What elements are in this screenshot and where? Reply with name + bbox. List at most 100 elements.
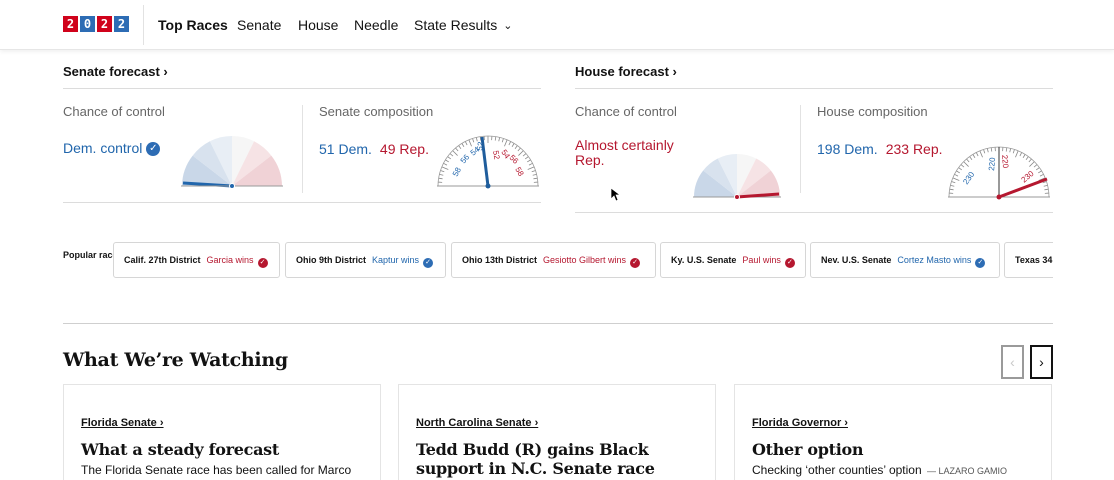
house-control-value: Almost certainly Rep. [575,137,674,168]
logo-digit: 0 [80,16,95,32]
dem-check-icon: ✓ [975,258,986,268]
gauge-tick [518,150,524,156]
watching-title: What We’re Watching [63,349,288,371]
watching-card[interactable]: Florida Senate › What a steady forecast … [63,384,381,480]
rep-check-icon: ✓ [784,258,795,268]
senate-control-text: Dem. control [63,140,143,156]
gauge-tick [527,159,531,163]
top-navigation: 2 0 2 2 Top Races Senate House Needle St… [0,0,1114,50]
race-name: Ky. U.S. Senate [671,255,737,265]
nav-senate[interactable]: Senate [237,17,281,33]
gauge-tick [1044,188,1049,191]
race-chip-ohio-9[interactable]: Ohio 9th District Kaptur wins ✓ [285,242,446,278]
nav-needle[interactable]: Needle [354,17,398,33]
house-rep-count: 233 Rep. [885,141,943,157]
race-chip-calif-27[interactable]: Calif. 27th District Garcia wins ✓ [113,242,280,278]
rep-check-icon: ✓ [257,258,268,268]
card-kicker-link[interactable]: Florida Governor › [752,417,848,429]
gauge-tick [960,164,965,168]
race-name: Nev. U.S. Senate [821,255,892,265]
nav-top-races[interactable]: Top Races [158,17,228,33]
gauge-tick [501,138,504,143]
gauge-tick [972,154,976,158]
gauge-pivot [485,183,491,189]
gauge-tick [528,162,533,166]
house-composition-label: House composition [817,104,928,119]
election-2022-logo[interactable]: 2 0 2 2 [63,16,129,32]
popular-races-strip: Calif. 27th District Garcia wins ✓ Ohio 9t… [113,242,1053,279]
gauge-tick [439,173,444,176]
gauge-tick [514,145,518,150]
gauge-tick [464,141,468,146]
race-chip-ky-senate[interactable]: Ky. U.S. Senate Paul wins ✓ [660,242,806,278]
logo-digit: 2 [63,16,78,32]
senate-divider [302,105,303,193]
nav-house[interactable]: House [298,17,338,33]
card-kicker-link[interactable]: Florida Senate › [81,417,164,429]
gauge-tick [950,184,955,187]
card-kicker-link[interactable]: North Carolina Senate › [416,417,538,429]
gauge-tick [517,147,521,152]
gauge-tick [445,159,449,163]
house-forecast-link[interactable]: House forecast › [575,64,677,79]
gauge-tick [954,173,959,177]
gauge-tick [1028,158,1032,163]
gauge-tick [455,147,459,152]
gauge-pivot [734,194,740,200]
race-result: Garcia wins [206,255,254,265]
house-composition-gauge: 230 220 220 230 [948,146,1050,200]
gauge-tick-label: 220 [1000,154,1010,169]
gauge-tick-label: 220 [987,157,997,172]
gauge-tick [990,147,993,152]
carousel-prev-button[interactable]: ‹ [1001,345,1024,379]
gauge-tick [438,177,443,180]
gauge-tick [1033,164,1038,168]
logo-digit: 2 [97,16,112,32]
gauge-tick [963,161,969,167]
gauge-tick [969,156,973,161]
race-chip-texas-34[interactable]: Texas 34 [1004,242,1053,278]
senate-composition-label: Senate composition [319,104,434,119]
gauge-tick [461,143,465,147]
house-bottom-rule [575,212,1053,213]
gauge-tick [1022,154,1026,158]
gauge-tick [498,137,501,142]
gauge-tick [983,149,986,154]
gauge-tick [1039,173,1044,177]
card-headline[interactable]: What a steady forecast [81,440,361,459]
checkmark-icon: ✓ [146,142,161,156]
race-name: Ohio 13th District [462,255,538,265]
gauge-tick [979,150,983,158]
gauge-tick [522,153,527,157]
gauge-tick [956,170,960,174]
rep-check-icon: ✓ [630,258,641,268]
gauge-tick [532,173,537,176]
gauge-tick [458,145,462,150]
house-divider [800,105,801,193]
gauge-tick [452,150,458,156]
race-chip-nev-senate[interactable]: Nev. U.S. Senate Cortez Masto wins ✓ [810,242,1000,278]
nav-state-results[interactable]: State Results ⌄ [414,17,512,33]
card-summary: Checking ‘other counties’ option — LAZAR… [752,463,1047,477]
senate-forecast-link[interactable]: Senate forecast › [63,64,168,79]
gauge-tick [1015,150,1019,158]
gauge-tick [531,170,536,173]
gauge-tick [1038,170,1042,174]
race-chip-ohio-13[interactable]: Ohio 13th District Gesiotto Gilbert wins ✓ [451,242,656,278]
watching-card[interactable]: Florida Governor › Other option Checking… [734,384,1052,480]
race-result: Cortez Masto wins [897,255,972,265]
race-name: Texas 34 [1015,255,1053,265]
gauge-tick [468,139,472,147]
card-headline[interactable]: Other option [752,440,1032,459]
gauge-tick [511,143,515,147]
card-headline[interactable]: Tedd Budd (R) gains Black support in N.C… [416,440,696,478]
gauge-tick [1043,184,1048,187]
house-control-gauge [693,153,781,200]
carousel-next-button[interactable]: › [1030,345,1053,379]
gauge-pivot [996,194,1002,200]
gauge-tick [441,166,449,170]
mouse-cursor-icon [611,188,620,202]
watching-card[interactable]: North Carolina Senate › Tedd Budd (R) ga… [398,384,716,480]
gauge-tick [951,181,956,184]
senate-composition-counts: 51 Dem. 49 Rep. [319,141,429,157]
